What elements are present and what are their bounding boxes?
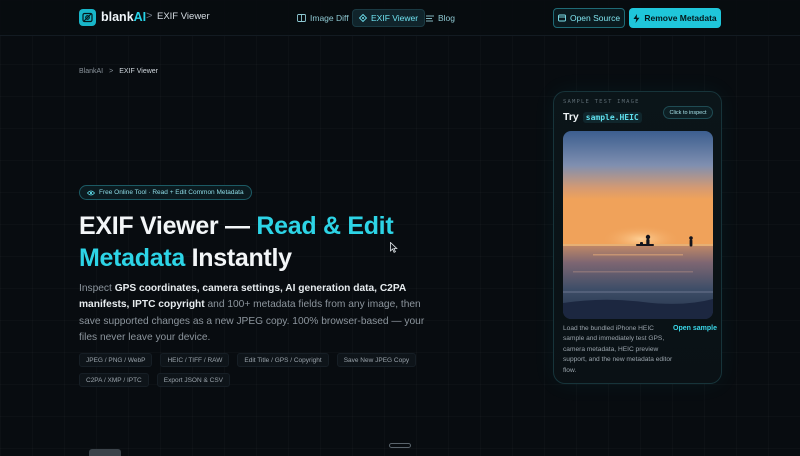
nav-image-diff[interactable]: Image Diff (291, 9, 355, 27)
breadcrumb: BlankAI > EXIF Viewer (79, 68, 158, 75)
logo-icon[interactable] (79, 9, 96, 26)
feature-chip: JPEG / PNG / WebP (79, 353, 153, 367)
bolt-icon (633, 13, 640, 23)
list-icon (426, 15, 434, 21)
sample-description: Load the bundled iPhone HEIC sample and … (563, 325, 673, 374)
hero-description: Inspect GPS coordinates, camera settings… (79, 283, 425, 343)
open-source-button[interactable]: Open Source (553, 8, 625, 28)
eye-icon (87, 190, 95, 195)
header-current-page: EXIF Viewer (157, 11, 210, 22)
logo-wordmark[interactable]: blankAI (101, 10, 146, 24)
chevron-right-icon: > (146, 10, 153, 22)
click-to-inspect-button[interactable]: Click to inspect (663, 106, 713, 119)
top-navigation-bar: blankAI > EXIF Viewer Image Diff EXIF Vi… (0, 0, 800, 36)
diamond-icon (359, 14, 367, 22)
feature-chip: Save New JPEG Copy (336, 353, 417, 367)
sample-filename: sample.HEIC (582, 111, 642, 123)
columns-icon (297, 14, 306, 22)
next-section-thumbnail (89, 449, 121, 456)
nav-exif-viewer[interactable]: EXIF Viewer (352, 9, 426, 27)
github-icon (558, 14, 566, 22)
feature-chip: HEIC / TIFF / RAW (160, 353, 230, 367)
feature-chip: Edit Title / GPS / Copyright (237, 353, 329, 367)
breadcrumb-home-link[interactable]: BlankAI (79, 68, 103, 75)
card-title: Try sample.HEIC (563, 111, 642, 123)
free-tool-badge: Free Online Tool · Read + Edit Common Me… (79, 185, 252, 200)
sample-photo[interactable] (563, 131, 713, 319)
card-eyebrow: SAMPLE TEST IMAGE (563, 99, 640, 105)
breadcrumb-current: EXIF Viewer (119, 68, 158, 75)
feature-chips: JPEG / PNG / WebP HEIC / TIFF / RAW Edit… (79, 353, 479, 387)
open-sample-link[interactable]: Open sample (673, 325, 717, 332)
sample-image-card[interactable]: SAMPLE TEST IMAGE Try sample.HEIC Click … (553, 91, 722, 384)
truncated-text-icon (152, 450, 178, 456)
next-section-title (152, 450, 178, 456)
feature-chip: C2PA / XMP / IPTC (79, 373, 149, 387)
mouse-cursor-icon (390, 242, 398, 253)
scroll-indicator[interactable] (389, 443, 411, 448)
feature-chip: Export JSON & CSV (156, 373, 230, 387)
nav-blog[interactable]: Blog (420, 9, 461, 27)
page-title: EXIF Viewer — Read & Edit Metadata Insta… (79, 212, 394, 272)
chevron-right-icon: > (109, 68, 114, 75)
remove-metadata-button[interactable]: Remove Metadata (629, 8, 721, 28)
